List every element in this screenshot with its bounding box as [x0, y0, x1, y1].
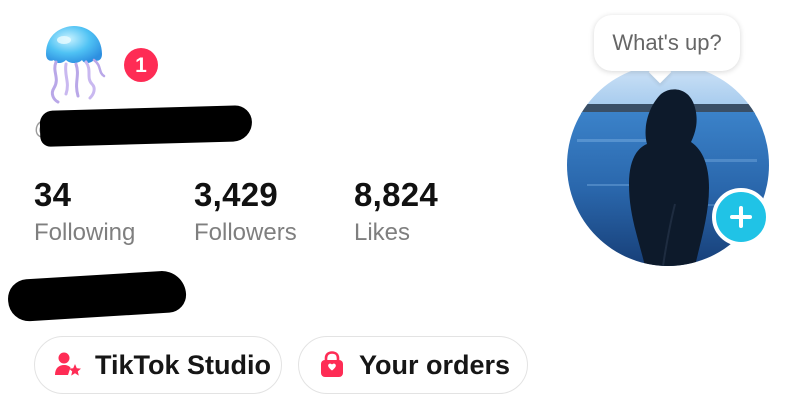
jellyfish-icon — [46, 26, 106, 104]
bio-redaction — [6, 269, 188, 323]
your-orders-label: Your orders — [359, 349, 511, 380]
tiktok-studio-button[interactable]: TikTok Studio — [34, 336, 282, 394]
stat-likes[interactable]: 8,824 Likes — [354, 178, 438, 245]
following-label: Following — [34, 219, 136, 246]
person-star-icon — [55, 352, 81, 376]
following-count: 34 — [34, 176, 72, 213]
stat-followers[interactable]: 3,429 Followers — [194, 178, 297, 245]
likes-label: Likes — [354, 219, 411, 246]
status-bubble[interactable]: What's up? — [594, 15, 740, 71]
followers-label: Followers — [194, 219, 297, 246]
stat-following[interactable]: 34 Following — [34, 178, 135, 245]
shopping-bag-icon — [321, 351, 343, 377]
username-redaction — [39, 105, 253, 147]
plus-icon — [730, 206, 752, 228]
notification-badge[interactable]: 1 — [124, 48, 158, 82]
tiktok-studio-label: TikTok Studio — [95, 349, 272, 380]
your-orders-button[interactable]: Your orders — [298, 336, 528, 394]
add-story-button[interactable] — [712, 188, 770, 246]
followers-count: 3,429 — [194, 176, 279, 213]
likes-count: 8,824 — [354, 176, 439, 213]
